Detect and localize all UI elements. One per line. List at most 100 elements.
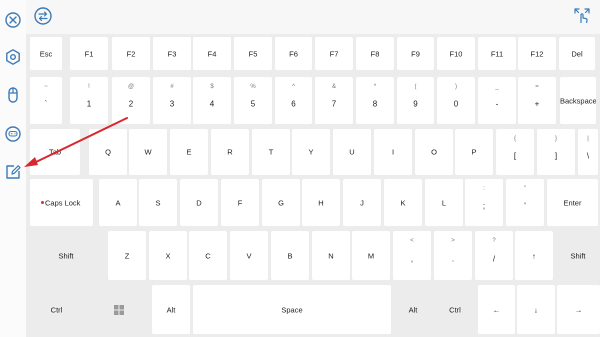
b-key[interactable]: B [271,231,309,280]
9-key[interactable]: (9 [397,77,434,124]
close-icon[interactable] [4,11,22,29]
f6-key[interactable]: F6 [275,37,312,70]
del-key[interactable]: Del [559,37,595,70]
key-label: ↑ [532,251,536,260]
shift-key[interactable]: Shift [28,231,104,280]
n-key[interactable]: N [312,231,350,280]
minus-key[interactable]: _ - [478,77,516,124]
mouse-icon[interactable] [4,86,22,104]
key-label: U [349,147,355,157]
gamepad-icon[interactable] [4,125,22,143]
g-key[interactable]: G [262,179,300,226]
8-key[interactable]: * 8 [356,77,394,124]
c-key[interactable]: C [189,231,227,280]
key-label: Esc [39,49,53,58]
t-key[interactable]: T [252,129,290,175]
f10-key[interactable]: F10 [437,37,475,70]
x-key[interactable]: X [149,231,187,280]
key-label: ← [492,305,501,314]
edit-icon[interactable] [4,163,22,181]
arrow-up-key[interactable]: ↑ [515,231,553,280]
alt-key[interactable]: Alt [394,285,432,334]
u-key[interactable]: U [333,129,371,175]
key-label: F8 [370,49,380,58]
key-label: F5 [248,49,258,58]
z-key[interactable]: Z [108,231,146,280]
f8-key[interactable]: F8 [356,37,394,70]
f9-key[interactable]: F9 [397,37,434,70]
m-key[interactable]: M [352,231,390,280]
arrow-left-key[interactable]: ← [478,285,515,334]
space-key[interactable]: Space [193,285,391,334]
f12-key[interactable]: F12 [518,37,556,70]
backtick-key[interactable]: ~ ` [30,77,62,124]
key-label: H [318,198,324,207]
arrow-right-key[interactable]: → [557,285,600,334]
key-label: F [237,198,243,207]
semicolon-key[interactable]: :; [465,179,503,226]
key-label: P [471,147,477,157]
4-key[interactable]: $4 [193,77,231,124]
y-key[interactable]: Y [292,129,330,175]
l-key[interactable]: L [425,179,463,226]
i-key[interactable]: I [374,129,412,175]
f1-key[interactable]: F1 [70,37,108,70]
f3-key[interactable]: F3 [153,37,191,70]
backslash-key[interactable]: | \ [578,129,598,175]
tab-key[interactable]: Tab [30,129,80,175]
o-key[interactable]: O [415,129,453,175]
d-key[interactable]: D [180,179,218,226]
5-key[interactable]: % 5 [234,77,272,124]
touch-icon[interactable] [572,6,592,26]
f5-key[interactable]: F5 [234,37,272,70]
7-key[interactable]: & 7 [315,77,353,124]
0-key[interactable]: ) 0 [437,77,475,124]
quote-key[interactable]: " ' [506,179,544,226]
alt-key[interactable]: Alt [152,285,190,334]
plus-key[interactable]: = + [518,77,556,124]
3-key[interactable]: #3 [153,77,191,124]
f2-key[interactable]: F2 [112,37,150,70]
2-key[interactable]: @2 [112,77,150,124]
backspace-key[interactable]: Backspace [560,77,596,124]
right-bracket-key[interactable]: }] [537,129,575,175]
e-key[interactable]: E [170,129,208,175]
f7-key[interactable]: F7 [315,37,353,70]
key-label: Backspace [560,96,596,105]
ctrl-key[interactable]: Ctrl [436,285,474,334]
esc-key[interactable]: Esc [30,37,62,70]
key-label: Ctrl [449,305,461,314]
r-key[interactable]: R [211,129,249,175]
q-key[interactable]: Q [89,129,127,175]
a-key[interactable]: A [99,179,137,226]
comma-key[interactable]: <, [393,231,431,280]
p-key[interactable]: P [455,129,493,175]
f11-key[interactable]: F11 [478,37,516,70]
left-bracket-key[interactable]: {[ [496,129,534,175]
slash-key[interactable]: ? / [475,231,513,280]
enter-key[interactable]: Enter [547,179,598,226]
windows-key[interactable] [89,285,148,334]
j-key[interactable]: J [343,179,381,226]
s-key[interactable]: S [139,179,177,226]
v-key[interactable]: V [230,231,268,280]
key-shift-label: # [170,84,174,90]
h-key[interactable]: H [302,179,340,226]
k-key[interactable]: K [384,179,422,226]
6-key[interactable]: ^ 6 [275,77,312,124]
top-bar [26,0,600,34]
ctrl-key[interactable]: Ctrl [28,285,85,334]
caps-lock-key[interactable]: Caps Lock [30,179,93,226]
left-sidebar [0,0,27,337]
key-label: F1 [84,49,94,58]
w-key[interactable]: W [129,129,167,175]
settings-icon[interactable] [4,48,22,66]
key-label: F4 [207,49,217,58]
1-key[interactable]: ! 1 [70,77,108,124]
arrow-down-key[interactable]: ↓ [517,285,555,334]
swap-icon[interactable] [33,6,53,26]
f-key[interactable]: F [221,179,259,226]
period-key[interactable]: >. [434,231,472,280]
shift-key[interactable]: Shift [556,231,600,280]
f4-key[interactable]: F4 [193,37,231,70]
